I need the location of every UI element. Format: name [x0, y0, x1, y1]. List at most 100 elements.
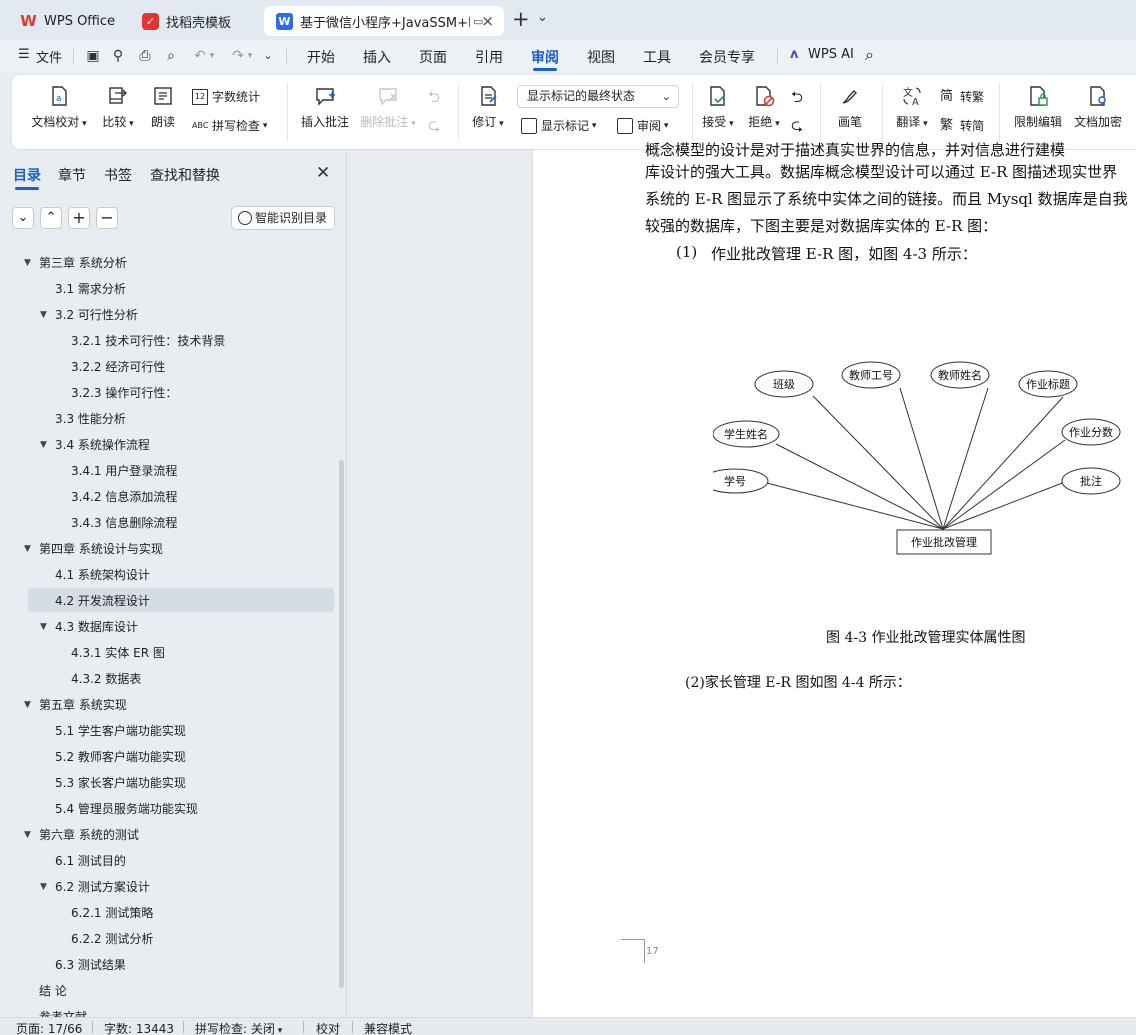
pen-button[interactable]: 画笔	[832, 85, 868, 130]
menu-file[interactable]: 文件	[36, 47, 62, 66]
review-pane-button[interactable]: 审阅 ▾	[617, 117, 668, 134]
status-word-count[interactable]: 字数: 13443	[104, 1020, 174, 1035]
toc-item[interactable]: 6.1 测试目的	[0, 848, 330, 874]
accept-button[interactable]: 接受 ▾	[698, 85, 738, 130]
menu-insert[interactable]: 插入	[363, 47, 391, 67]
save-icon[interactable]: ▣	[84, 47, 102, 65]
show-markup-button[interactable]: 显示标记 ▾	[521, 117, 596, 134]
toc-item[interactable]: 3.4.2 信息添加流程	[0, 484, 330, 510]
toc-item[interactable]: 3.1 需求分析	[0, 276, 330, 302]
search-icon[interactable]: ⌕	[865, 45, 874, 65]
print-icon[interactable]: ⎙	[136, 47, 154, 65]
expand-toggle-icon[interactable]: ▼	[24, 536, 34, 562]
to-simplified-button[interactable]: 繁 转简	[940, 117, 984, 134]
menu-tools[interactable]: 工具	[643, 47, 671, 67]
sidebar-scrollbar[interactable]	[339, 460, 344, 988]
toc-item[interactable]: ▼ 第五章 系统实现	[0, 692, 330, 718]
new-tab-button[interactable]: +	[512, 7, 530, 31]
expand-toggle-icon[interactable]: ▼	[40, 432, 50, 458]
expand-toggle-icon[interactable]: ▼	[24, 250, 34, 276]
doc-check-button[interactable]: a 文档校对 ▾	[28, 85, 90, 130]
toc-item[interactable]: ▼ 3.2 可行性分析	[0, 302, 330, 328]
to-traditional-button[interactable]: 简 转繁	[940, 88, 984, 105]
toc-item[interactable]: 5.4 管理员服务端功能实现	[0, 796, 330, 822]
menu-review[interactable]: 审阅	[531, 47, 559, 67]
expand-toggle-icon[interactable]: ▼	[40, 874, 50, 900]
toc-item[interactable]: 3.4.3 信息删除流程	[0, 510, 330, 536]
collapse-all-button[interactable]: ⌄	[12, 207, 34, 229]
expand-up-button[interactable]: ⌃	[40, 207, 62, 229]
next-change-icon[interactable]: ⮎	[791, 115, 803, 140]
tab-wps-office[interactable]: W WPS Office	[8, 6, 124, 36]
toc-item[interactable]: 结 论	[0, 978, 330, 1004]
toc-item[interactable]: 3.4.1 用户登录流程	[0, 458, 330, 484]
markup-display-select[interactable]: 显示标记的最终状态 ⌄	[517, 85, 679, 108]
tab-toc[interactable]: 目录	[13, 165, 41, 185]
toc-item[interactable]: 4.3.1 实体 ER 图	[0, 640, 330, 666]
close-tab-icon[interactable]: ×	[481, 12, 494, 30]
toc-item[interactable]: ▼ 6.2 测试方案设计	[0, 874, 330, 900]
toc-item[interactable]: 3.2.3 操作可行性：	[0, 380, 330, 406]
toc-item[interactable]: 6.3 测试结果	[0, 952, 330, 978]
reject-button[interactable]: 拒绝 ▾	[744, 85, 784, 130]
chevron-down-icon[interactable]: ⌄	[537, 10, 548, 25]
toc-item[interactable]: ▼ 第六章 系统的测试	[0, 822, 330, 848]
status-page[interactable]: 页面: 17/66	[16, 1020, 82, 1035]
track-changes-button[interactable]: 修订 ▾	[468, 85, 508, 130]
tab-find-replace[interactable]: 查找和替换	[150, 165, 220, 185]
previous-comment-icon[interactable]: ⮌	[428, 87, 440, 112]
document-page[interactable]: 概念模型的设计是对于描述真实世界的信息，并对信息进行建模 库设计的强大工具。数据…	[532, 141, 1136, 1017]
print-preview-icon[interactable]: ⌕	[162, 47, 180, 65]
toc-item[interactable]: 4.2 开发流程设计	[0, 588, 330, 614]
spell-check-button[interactable]: ABC 拼写检查 ▾	[192, 117, 267, 134]
toc-item[interactable]: 6.2.2 测试分析	[0, 926, 330, 952]
previous-change-icon[interactable]: ⮌	[791, 87, 803, 112]
remove-heading-button[interactable]: −	[96, 207, 118, 229]
toc-item[interactable]: ▼ 第四章 系统设计与实现	[0, 536, 330, 562]
status-spell-check[interactable]: 拼写检查: 关闭 ▾	[195, 1020, 282, 1035]
expand-toggle-icon[interactable]: ▼	[24, 692, 34, 718]
encrypt-document-button[interactable]: 文档加密	[1070, 85, 1126, 130]
more-quick-actions-icon[interactable]: ⌄	[259, 47, 277, 65]
hamburger-icon[interactable]: ☰	[18, 47, 30, 62]
restrict-edit-button[interactable]: 限制编辑	[1010, 85, 1066, 130]
close-pane-icon[interactable]: ✕	[316, 163, 330, 183]
menu-wps-ai[interactable]: WPS AI	[808, 47, 854, 62]
toc-item[interactable]: 5.3 家长客户端功能实现	[0, 770, 330, 796]
word-count-button[interactable]: 12 字数统计	[192, 88, 260, 105]
tab-current-document[interactable]: W 基于微信小程序+JavaSSM+M ▭ ×	[264, 6, 504, 36]
delete-comment-button[interactable]: 删除批注 ▾	[360, 85, 416, 130]
undo-dropdown-icon[interactable]: ▾	[207, 47, 217, 65]
status-proofread[interactable]: 校对	[316, 1020, 340, 1035]
insert-comment-button[interactable]: 插入批注	[300, 85, 350, 130]
toc-item[interactable]: 5.1 学生客户端功能实现	[0, 718, 330, 744]
toc-item[interactable]: 4.3.2 数据表	[0, 666, 330, 692]
toc-item[interactable]: 4.1 系统架构设计	[0, 562, 330, 588]
toc-item[interactable]: ▼ 4.3 数据库设计	[0, 614, 330, 640]
expand-toggle-icon[interactable]: ▼	[24, 822, 34, 848]
wps-ai-logo-icon[interactable]: ᴧ	[790, 47, 798, 62]
expand-toggle-icon[interactable]: ▼	[40, 302, 50, 328]
menu-start[interactable]: 开始	[307, 47, 335, 67]
compare-button[interactable]: 比较 ▾	[98, 85, 138, 130]
menu-member[interactable]: 会员专享	[699, 47, 755, 67]
toc-item[interactable]: ▼ 3.4 系统操作流程	[0, 432, 330, 458]
add-heading-button[interactable]: +	[68, 207, 90, 229]
tab-docer-templates[interactable]: ✓ 找稻壳模板	[130, 6, 260, 36]
toc-item[interactable]: 5.2 教师客户端功能实现	[0, 744, 330, 770]
tab-chapters[interactable]: 章节	[58, 165, 86, 185]
redo-dropdown-icon[interactable]: ▾	[245, 47, 255, 65]
share-icon[interactable]: ⚲	[109, 47, 127, 65]
menu-page[interactable]: 页面	[419, 47, 447, 67]
next-comment-icon[interactable]: ⮎	[428, 115, 440, 140]
read-aloud-button[interactable]: 朗读	[146, 85, 180, 130]
menu-references[interactable]: 引用	[475, 47, 503, 67]
toc-item[interactable]: 3.2.1 技术可行性：技术背景	[0, 328, 330, 354]
menu-view[interactable]: 视图	[587, 47, 615, 67]
toc-item[interactable]: 6.2.1 测试策略	[0, 900, 330, 926]
toc-item[interactable]: ▼ 第三章 系统分析	[0, 250, 330, 276]
translate-button[interactable]: 文A 翻译 ▾	[892, 85, 932, 130]
toc-item[interactable]: 3.2.2 经济可行性	[0, 354, 330, 380]
expand-toggle-icon[interactable]: ▼	[40, 614, 50, 640]
tab-bookmarks[interactable]: 书签	[104, 165, 132, 185]
